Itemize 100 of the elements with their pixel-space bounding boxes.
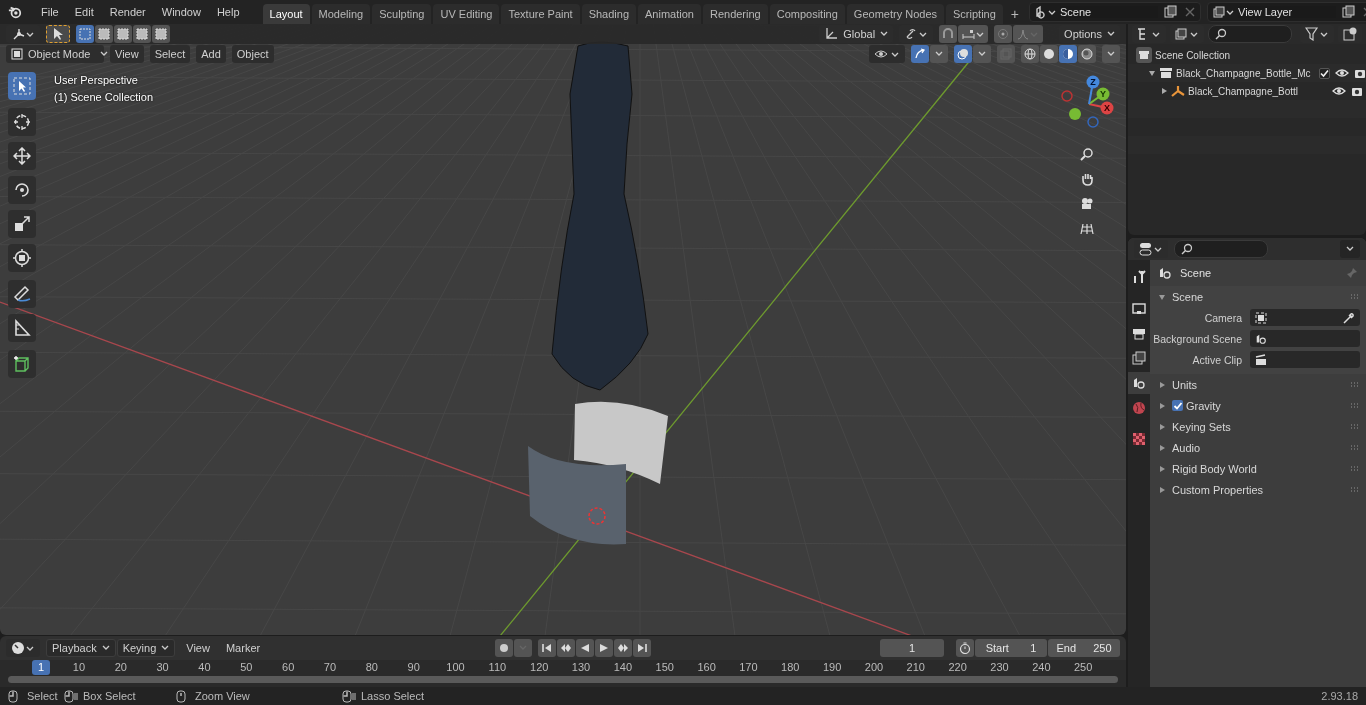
datablock-field[interactable] [1250,351,1360,368]
timeline-scrollbar[interactable] [8,676,1118,684]
eye-icon[interactable] [1332,86,1346,96]
falloff-dropdown[interactable] [1013,25,1044,43]
collapsed-arrow-icon[interactable] [1158,464,1166,473]
menu-item[interactable]: Marker [220,638,266,657]
selection-mode-button[interactable] [152,25,170,43]
search-field[interactable] [1208,25,1292,43]
outliner-item[interactable]: Black_Champagne_Bottl [1188,85,1299,97]
panel-header[interactable]: Scene [1172,290,1204,303]
tool-button[interactable] [8,108,36,136]
shading-mode-button[interactable] [1078,45,1096,63]
workspace-tab[interactable]: Scripting [946,4,1003,24]
expanded-arrow-icon[interactable] [1148,69,1156,77]
drag-handle-icon[interactable] [1350,486,1360,493]
overlays-toggle[interactable] [954,45,972,63]
panel-header[interactable]: Audio [1172,441,1201,454]
outliner-item[interactable]: Scene Collection [1155,49,1231,61]
playback-button[interactable] [537,638,556,657]
scene-selector[interactable]: Scene [1029,2,1201,22]
playback-button[interactable] [575,638,594,657]
panel-header[interactable]: Custom Properties [1172,483,1264,496]
menu-item[interactable]: Select [149,45,191,63]
datablock-field[interactable] [1250,309,1360,326]
tool-button[interactable] [8,72,36,100]
workspace-tab[interactable]: Layout [262,4,310,24]
current-frame-field[interactable]: 1 [880,638,944,657]
workspace-tab[interactable]: Sculpting [372,4,432,24]
drag-handle-icon[interactable] [1350,444,1360,451]
collapsed-arrow-icon[interactable] [1158,485,1166,494]
drag-handle-icon[interactable] [1350,381,1360,388]
visibility-dropdown[interactable] [869,45,905,63]
menu-item[interactable]: Edit [67,2,101,22]
checkbox[interactable] [1318,67,1330,79]
start-frame-field[interactable]: Start 1 [975,638,1047,657]
menu-item[interactable]: View [110,45,144,63]
collapsed-arrow-icon[interactable] [1158,443,1166,452]
menu-dropdown[interactable]: Keying [116,638,176,657]
tool-button[interactable] [8,142,36,170]
editor-type-dropdown[interactable] [6,638,40,657]
selection-mode-button[interactable] [76,25,94,43]
workspace-tab[interactable]: Texture Paint [501,4,580,24]
panel-header[interactable]: Gravity [1186,399,1221,412]
selection-mode-button[interactable] [95,25,113,43]
drag-handle-icon[interactable] [1350,293,1360,300]
playback-button[interactable] [594,638,613,657]
snap-toggle[interactable] [939,25,958,43]
panel-header[interactable]: Units [1172,378,1198,391]
collapsed-arrow-icon[interactable] [1158,422,1166,431]
outliner-item[interactable]: Black_Champagne_Bottle_Mc [1176,67,1311,79]
gizmo-toggle[interactable] [911,45,929,63]
panel-header[interactable]: Keying Sets [1172,420,1231,433]
menu-item[interactable]: View [181,638,215,657]
properties-tab[interactable] [1128,372,1150,394]
drag-handle-icon[interactable] [1350,402,1360,409]
selection-mode-button[interactable] [114,25,132,43]
shading-mode-button[interactable] [1059,45,1077,63]
shading-dropdown[interactable] [1102,45,1120,63]
playback-button[interactable] [613,638,632,657]
drag-handle-icon[interactable] [1350,423,1360,430]
proportional-edit-toggle[interactable] [994,25,1013,43]
options-dropdown[interactable] [1340,240,1360,258]
eyedropper-icon[interactable] [1343,311,1355,324]
end-frame-field[interactable]: End 250 [1048,638,1120,657]
tool-button[interactable] [8,314,36,342]
workspace-tab[interactable]: Modeling [311,4,371,24]
selection-mode-button[interactable] [133,25,151,43]
search-field[interactable] [1174,240,1268,258]
snap-target-dropdown[interactable] [958,25,989,43]
tool-button[interactable] [8,210,36,238]
shading-mode-button[interactable] [1021,45,1039,63]
workspace-tab[interactable]: Rendering [702,4,768,24]
select-tool-button[interactable] [46,25,70,43]
xray-toggle[interactable] [997,45,1015,63]
collapsed-arrow-icon[interactable] [1158,401,1166,410]
playback-button[interactable] [632,638,651,657]
panel-header[interactable]: Rigid Body World [1172,462,1257,475]
workspace-tab[interactable]: Animation [638,4,701,24]
view-layer-selector[interactable]: View Layer [1207,2,1366,22]
expanded-arrow-icon[interactable] [1158,292,1166,301]
datablock-field[interactable] [1250,330,1360,347]
workspace-tab[interactable]: Compositing [769,4,845,24]
collapsed-arrow-icon[interactable] [1160,87,1168,95]
tool-button[interactable] [8,244,36,272]
record-button[interactable] [494,638,513,657]
workspace-tab[interactable]: Geometry Nodes [846,4,944,24]
playback-button[interactable] [556,638,575,657]
tool-button[interactable] [8,176,36,204]
workspace-tab[interactable]: Shading [581,4,637,24]
playhead-marker[interactable]: 1 [32,659,50,675]
tool-button[interactable] [8,280,36,308]
menu-item[interactable]: Render [102,2,153,22]
eye-icon[interactable] [1334,68,1349,78]
menu-item[interactable]: Window [154,2,208,22]
gizmo-dropdown[interactable] [930,45,948,63]
drag-handle-icon[interactable] [1350,465,1360,472]
menu-item[interactable]: File [34,2,66,22]
tool-button[interactable] [8,350,36,378]
menu-dropdown[interactable]: Playback [46,638,116,657]
add-workspace-button[interactable]: + [1004,4,1025,24]
